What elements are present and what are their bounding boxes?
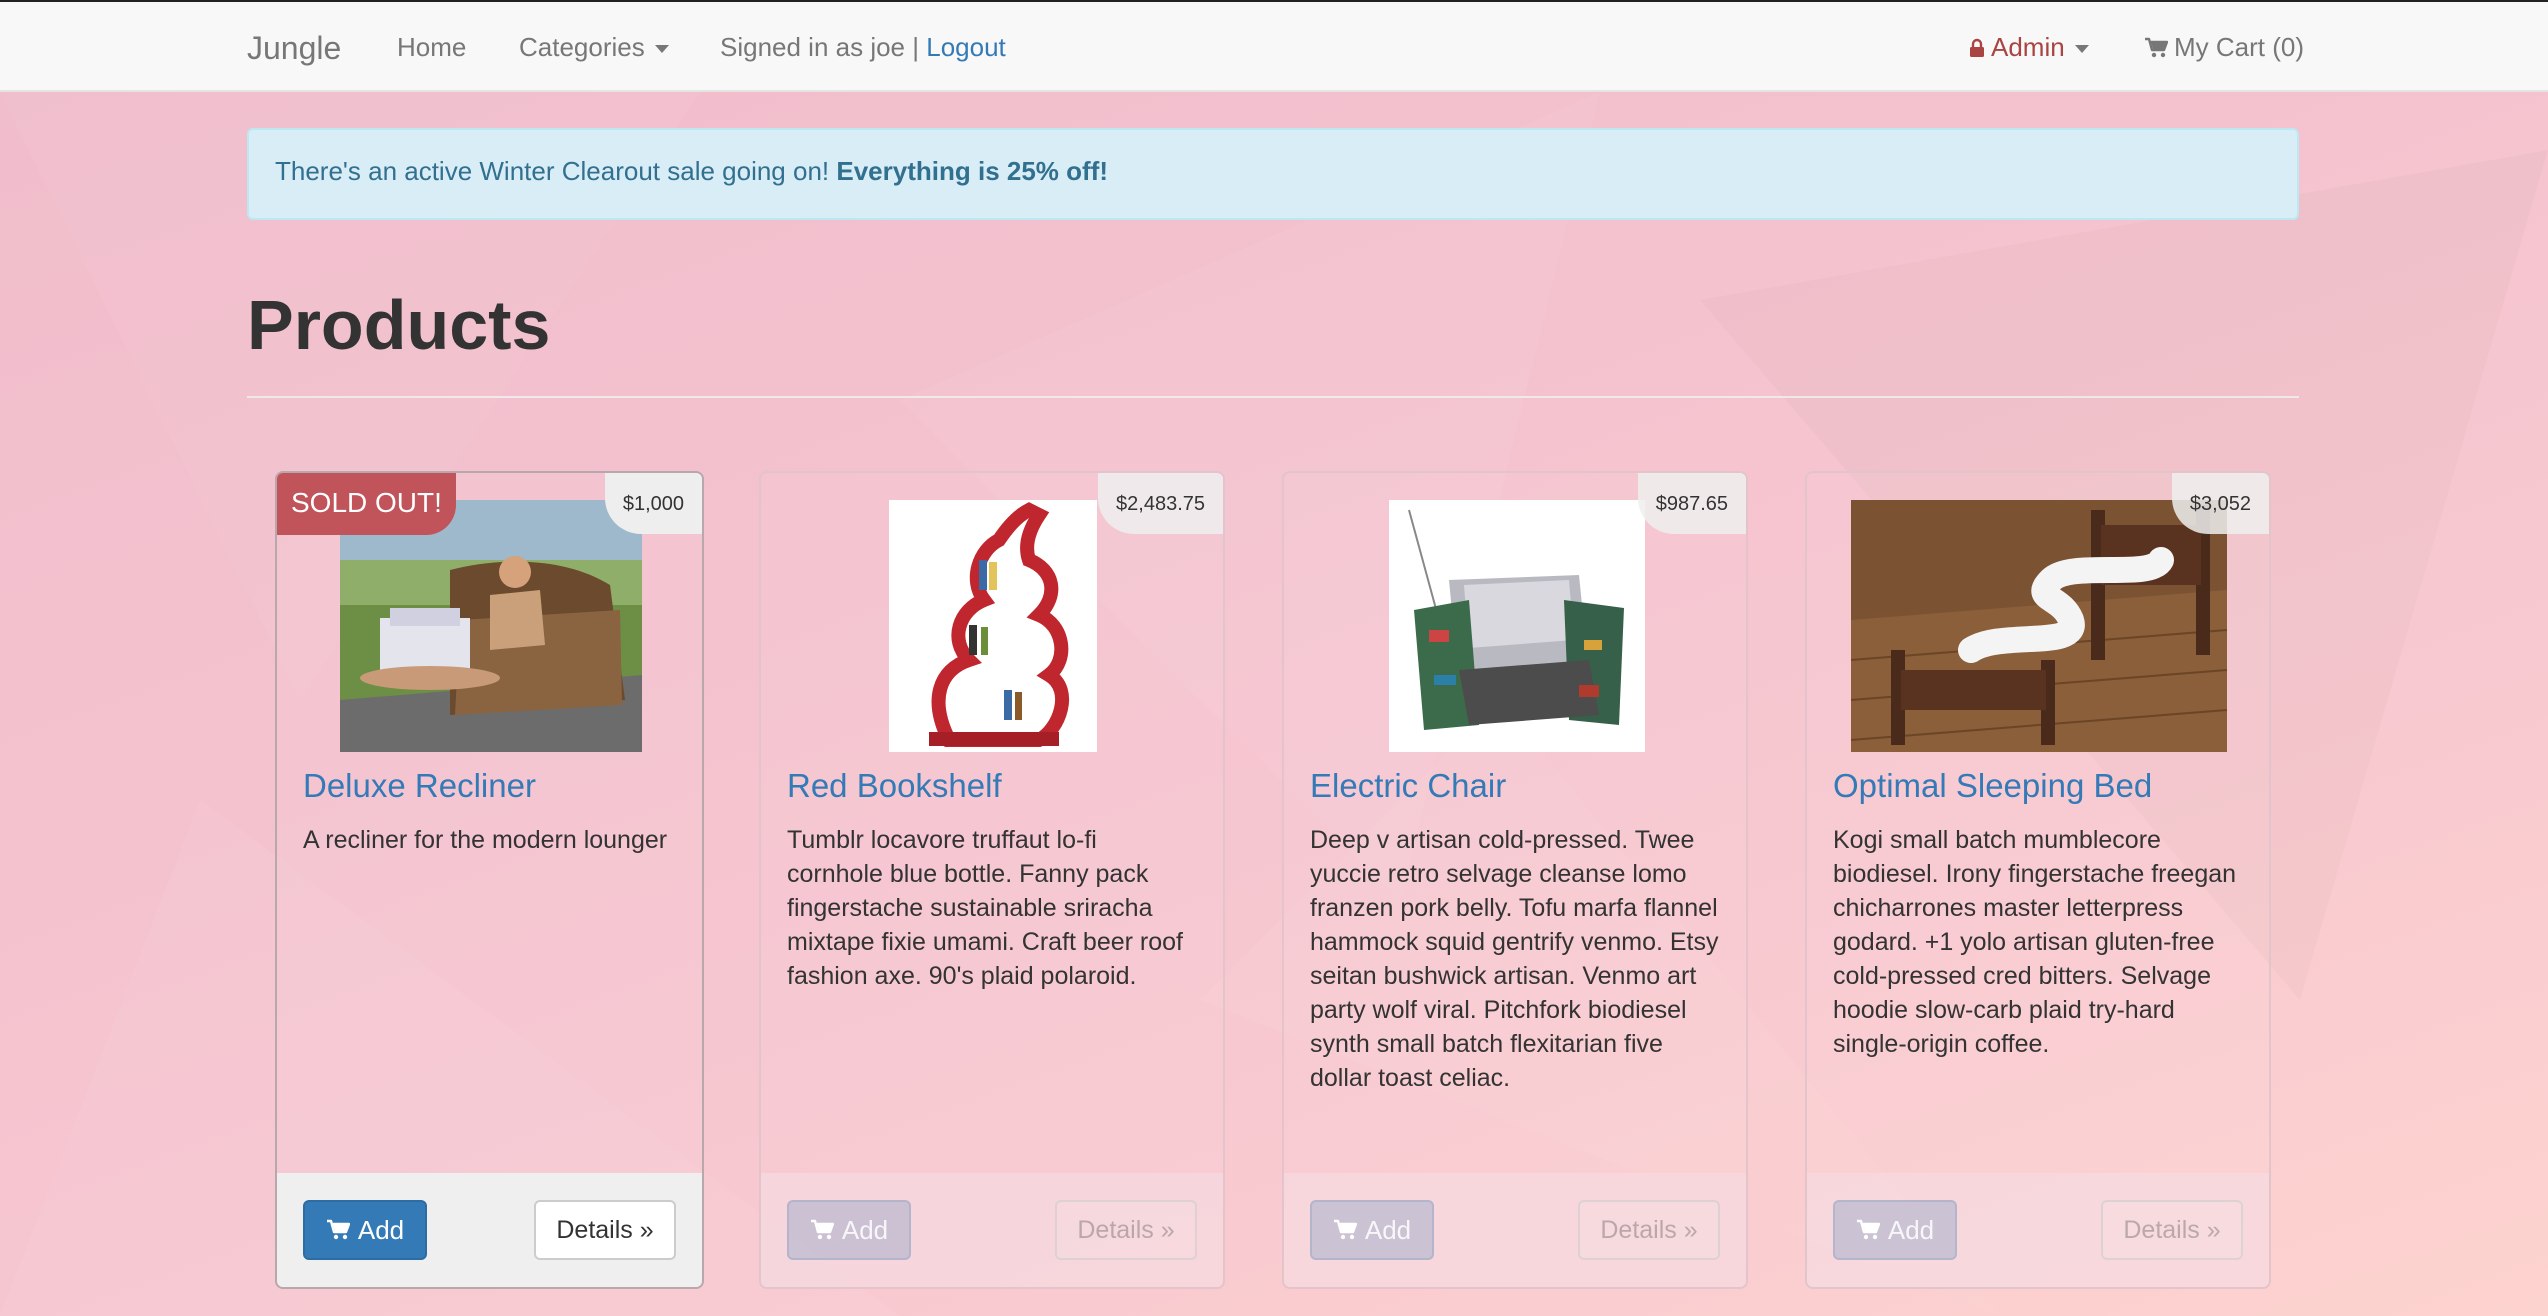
- chevron-down-icon: [2074, 45, 2089, 54]
- page-title: Products: [247, 286, 551, 364]
- product-description: Kogi small batch mumblecore biodiesel. I…: [1833, 826, 2237, 1058]
- shopping-cart-icon: [1856, 1219, 1880, 1240]
- product-image-recliner[interactable]: [340, 500, 642, 752]
- brand-logo[interactable]: Jungle: [247, 30, 341, 67]
- recliner-photo-icon: [340, 500, 642, 752]
- nav-cart-label: My Cart (0): [2174, 32, 2304, 62]
- product-actions: Add Details »: [1284, 1173, 1746, 1287]
- product-actions: Add Details »: [761, 1173, 1223, 1287]
- header-divider: [247, 396, 2299, 398]
- nav-home-link[interactable]: Home: [397, 32, 466, 63]
- add-button-label: Add: [1887, 1214, 1935, 1245]
- bed-photo-icon: [1851, 500, 2227, 752]
- product-name-link[interactable]: Deluxe Recliner: [303, 767, 536, 805]
- product-description: Deep v artisan cold-pressed. Twee yuccie…: [1310, 826, 1719, 1092]
- add-to-cart-button[interactable]: Add: [787, 1200, 911, 1260]
- shopping-cart-icon: [1333, 1219, 1357, 1240]
- product-card: SOLD OUT! $1,000 Deluxe Recliner A recli…: [275, 471, 704, 1289]
- price-tag: $987.65: [1637, 473, 1746, 534]
- shopping-cart-icon: [326, 1219, 350, 1240]
- product-image-bookshelf[interactable]: [889, 500, 1097, 752]
- product-name-link[interactable]: Red Bookshelf: [787, 767, 1002, 805]
- sale-alert-text: There's an active Winter Clearout sale g…: [275, 156, 830, 186]
- sale-alert-banner: There's an active Winter Clearout sale g…: [247, 128, 2299, 220]
- add-button-label: Add: [1364, 1214, 1412, 1245]
- add-to-cart-button[interactable]: Add: [1833, 1200, 1957, 1260]
- product-actions: Add Details »: [277, 1173, 702, 1287]
- sold-out-badge: SOLD OUT!: [277, 473, 456, 535]
- details-button[interactable]: Details »: [2101, 1200, 2243, 1260]
- chevron-down-icon: [654, 45, 669, 54]
- top-navbar: Jungle Home Categories Signed in as joe …: [0, 0, 2548, 92]
- shopping-cart-icon: [2145, 37, 2169, 58]
- nav-categories-dropdown[interactable]: Categories: [519, 32, 669, 63]
- sale-alert-emphasis: Everything is 25% off!: [836, 156, 1108, 186]
- product-image-electric-chair[interactable]: [1389, 500, 1645, 752]
- details-button[interactable]: Details »: [1578, 1200, 1720, 1260]
- product-actions: Add Details »: [1807, 1173, 2269, 1287]
- product-card: $2,483.75 Red Bookshelf Tumblr locavore …: [759, 471, 1225, 1289]
- details-button[interactable]: Details »: [1055, 1200, 1197, 1260]
- signed-in-text: Signed in as joe |: [720, 32, 919, 62]
- bookshelf-photo-icon: [889, 500, 1097, 752]
- product-description: Tumblr locavore truffaut lo-fi cornhole …: [787, 826, 1183, 990]
- nav-admin-label: Admin: [1991, 32, 2065, 62]
- nav-cart-link[interactable]: My Cart (0): [2144, 32, 2304, 63]
- price-tag: $1,000: [604, 473, 702, 534]
- nav-admin-dropdown[interactable]: Admin: [1969, 32, 2089, 63]
- lock-icon: [1970, 38, 1984, 57]
- price-tag: $2,483.75: [1098, 473, 1223, 534]
- add-to-cart-button[interactable]: Add: [1310, 1200, 1434, 1260]
- logout-link[interactable]: Logout: [926, 32, 1006, 62]
- product-image-bed[interactable]: [1851, 500, 2227, 752]
- product-description: A recliner for the modern lounger: [303, 826, 668, 854]
- add-button-label: Add: [841, 1214, 889, 1245]
- add-to-cart-button[interactable]: Add: [303, 1200, 427, 1260]
- nav-categories-label: Categories: [519, 32, 645, 62]
- price-tag: $3,052: [2171, 473, 2269, 534]
- product-card: $987.65 Electric Chair Deep v artisan co…: [1282, 471, 1748, 1289]
- product-name-link[interactable]: Electric Chair: [1310, 767, 1506, 805]
- signed-in-status: Signed in as joe | Logout: [720, 32, 1006, 63]
- chair-photo-icon: [1389, 500, 1645, 752]
- product-name-link[interactable]: Optimal Sleeping Bed: [1833, 767, 2152, 805]
- shopping-cart-icon: [810, 1219, 834, 1240]
- add-button-label: Add: [357, 1214, 405, 1245]
- details-button[interactable]: Details »: [534, 1200, 676, 1260]
- product-card: $3,052 Optimal Sleeping Bed Kogi small b…: [1805, 471, 2271, 1289]
